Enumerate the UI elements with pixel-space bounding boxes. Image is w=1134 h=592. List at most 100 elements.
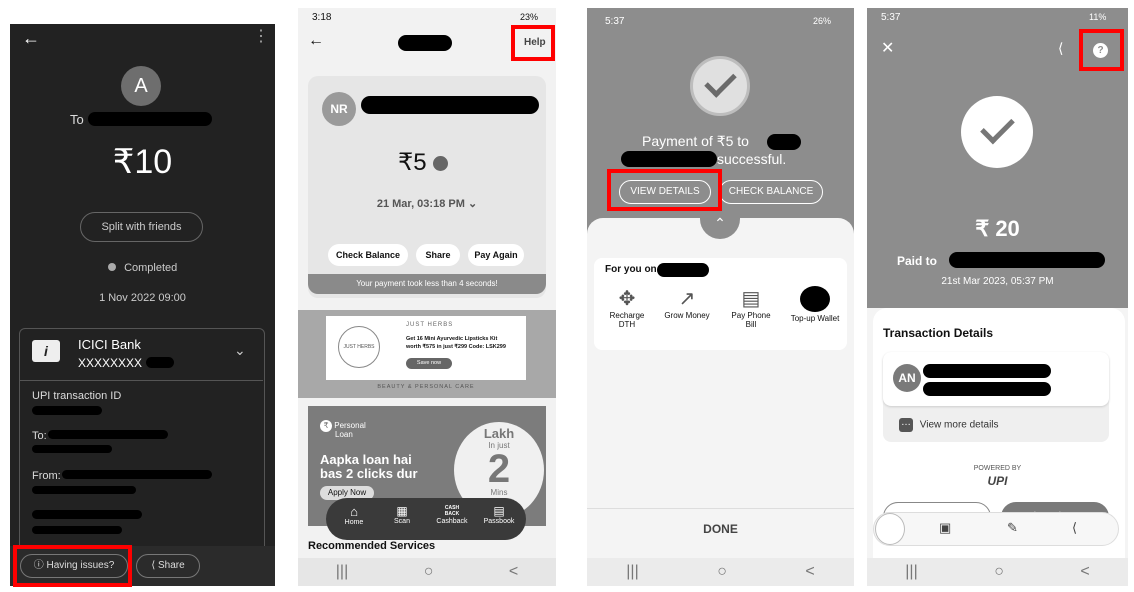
- share-icon[interactable]: ⟨: [1058, 40, 1063, 57]
- account-number: XXXXXXXX: [78, 356, 143, 370]
- pay-again-button[interactable]: Pay Again: [468, 244, 524, 266]
- more-options-icon[interactable]: ⋮: [253, 26, 269, 46]
- avatar: AN: [893, 364, 921, 392]
- chevron-down-icon[interactable]: ⌄: [468, 198, 477, 210]
- status-time: 5:37: [605, 16, 625, 27]
- system-nav-bar: ||| ○ <: [587, 558, 854, 586]
- avatar: A: [121, 66, 161, 106]
- bank-name: ICICI Bank: [78, 337, 141, 352]
- cashback-icon: CASH BACK: [444, 505, 460, 517]
- transaction-datetime: 21 Mar, 03:18 PM ⌄: [298, 197, 556, 210]
- screen-2-paytm: 3:18 23% ← Help NR ₹5 21 Mar, 03:18 PM ⌄…: [298, 8, 556, 586]
- status-row: Completed: [108, 262, 177, 274]
- rupee-circle-icon: ₹: [320, 420, 332, 432]
- speed-note: Your payment took less than 4 seconds!: [356, 279, 498, 288]
- back-icon[interactable]: <: [509, 563, 518, 581]
- ad-line-1: Get 16 Mini Ayurvedic Lipsticks Kit: [406, 336, 498, 342]
- service-label: Recharge DTH: [609, 311, 645, 329]
- back-icon[interactable]: <: [1080, 563, 1089, 581]
- close-icon[interactable]: ✕: [881, 38, 894, 58]
- back-arrow-icon[interactable]: ←: [308, 32, 324, 50]
- check-balance-button[interactable]: CHECK BALANCE: [719, 180, 823, 204]
- service-top-up-wallet[interactable]: Top-up Wallet: [785, 286, 845, 323]
- payment-message-suffix: successful.: [717, 151, 787, 167]
- amount: ₹10: [112, 143, 173, 181]
- redaction: [32, 406, 102, 415]
- satellite-dish-icon: ✥: [618, 288, 636, 310]
- nav-home[interactable]: ⌂ Home: [336, 504, 372, 526]
- recommended-services-title: Recommended Services: [308, 540, 436, 552]
- back-arrow-icon[interactable]: ←: [22, 28, 40, 49]
- nav-passbook[interactable]: ▤ Passbook: [478, 504, 520, 525]
- chevron-down-icon[interactable]: ⌄: [234, 342, 246, 359]
- service-pay-phone-bill[interactable]: ▤ Pay Phone Bill: [723, 286, 779, 329]
- powered-by-label: POWERED BY: [973, 465, 1022, 472]
- recent-apps-icon[interactable]: |||: [336, 563, 348, 581]
- highlight-box: [511, 25, 555, 61]
- share-icon: ⟨: [151, 560, 156, 571]
- status-battery: 23%: [520, 12, 539, 22]
- status-battery: 26%: [813, 16, 832, 26]
- nav-cashback[interactable]: CASH BACK Cashback: [430, 504, 474, 525]
- screen-4-bhim-style: 5:37 11% ✕ ⟨ ? ₹ 20 Paid to 21st Mar 202…: [867, 8, 1128, 586]
- header-bg: [587, 8, 854, 248]
- done-divider: [587, 508, 854, 509]
- home-icon: ⌂: [350, 504, 358, 519]
- nav-scan-label: Scan: [394, 518, 410, 525]
- view-more-label: View more details: [919, 419, 999, 431]
- home-circle-icon[interactable]: ○: [994, 563, 1004, 581]
- redaction: [949, 252, 1105, 268]
- ad-line-2: worth ₹575 in just ₹299 Code: LSK299: [406, 344, 506, 350]
- redaction: [146, 357, 174, 368]
- ad-logo: JUST HERBS: [338, 326, 380, 368]
- service-label: Pay Phone Bill: [731, 311, 771, 329]
- split-with-friends-button[interactable]: Split with friends: [80, 212, 203, 242]
- crop-edit-icon[interactable]: ✎: [1007, 520, 1018, 536]
- qr-scan-icon: ▦: [396, 504, 408, 518]
- success-check-icon: [690, 56, 750, 116]
- avatar: NR: [322, 92, 356, 126]
- check-balance-button[interactable]: Check Balance: [328, 244, 408, 266]
- for-you-label: For you on: [605, 264, 657, 275]
- bill-icon: ▤: [741, 288, 761, 310]
- ad-brand: JUST HERBS: [406, 322, 454, 328]
- service-recharge-dth[interactable]: ✥ Recharge DTH: [601, 286, 653, 329]
- home-circle-icon[interactable]: ○: [424, 563, 434, 581]
- back-icon[interactable]: <: [805, 563, 814, 581]
- scan-icon[interactable]: ▣: [939, 520, 951, 536]
- home-circle-icon[interactable]: ○: [717, 563, 727, 581]
- system-nav-bar: ||| ○ <: [298, 558, 556, 586]
- status-text: Completed: [124, 262, 178, 274]
- redaction: [361, 96, 539, 114]
- transaction-details-title: Transaction Details: [883, 326, 994, 340]
- amount: ₹5: [398, 148, 449, 177]
- nav-scan[interactable]: ▦ Scan: [384, 504, 420, 525]
- recent-apps-icon[interactable]: |||: [626, 563, 638, 581]
- view-more-details-link[interactable]: … View more details: [899, 418, 999, 432]
- ad-footer: BEAUTY & PERSONAL CARE: [377, 384, 475, 390]
- ad-cta-button[interactable]: Save now: [406, 358, 452, 369]
- nav-home-label: Home: [344, 519, 364, 526]
- highlight-box: [13, 545, 132, 587]
- redaction: [32, 510, 142, 519]
- share-button[interactable]: ⟨ Share: [136, 554, 200, 578]
- check-circle-icon: [108, 263, 116, 271]
- speed-banner: Your payment took less than 4 seconds!: [308, 274, 546, 294]
- status-time: 3:18: [312, 12, 332, 23]
- done-button[interactable]: DONE: [587, 522, 854, 536]
- transaction-datetime: 21st Mar 2023, 05:37 PM: [941, 276, 1054, 287]
- redaction: [88, 112, 212, 126]
- upi-logo: UPI: [987, 474, 1008, 488]
- recent-apps-icon[interactable]: |||: [905, 563, 917, 581]
- loan-headline-2: bas 2 clicks dur: [320, 466, 418, 481]
- screen-1-gpay-dark: ← ⋮ A To ₹10 Split with friends Complete…: [10, 24, 275, 586]
- screenshot-thumbnail[interactable]: [875, 513, 905, 545]
- share-icon[interactable]: ⟨: [1072, 520, 1077, 536]
- amount: ₹ 20: [975, 216, 1020, 241]
- growth-chart-icon: ↗: [678, 288, 696, 310]
- success-check-icon: [961, 96, 1033, 168]
- share-button[interactable]: Share: [416, 244, 460, 266]
- service-grow-money[interactable]: ↗ Grow Money: [659, 286, 715, 320]
- nav-cashback-label: Cashback: [436, 518, 468, 525]
- avatar-initials: NR: [330, 102, 348, 116]
